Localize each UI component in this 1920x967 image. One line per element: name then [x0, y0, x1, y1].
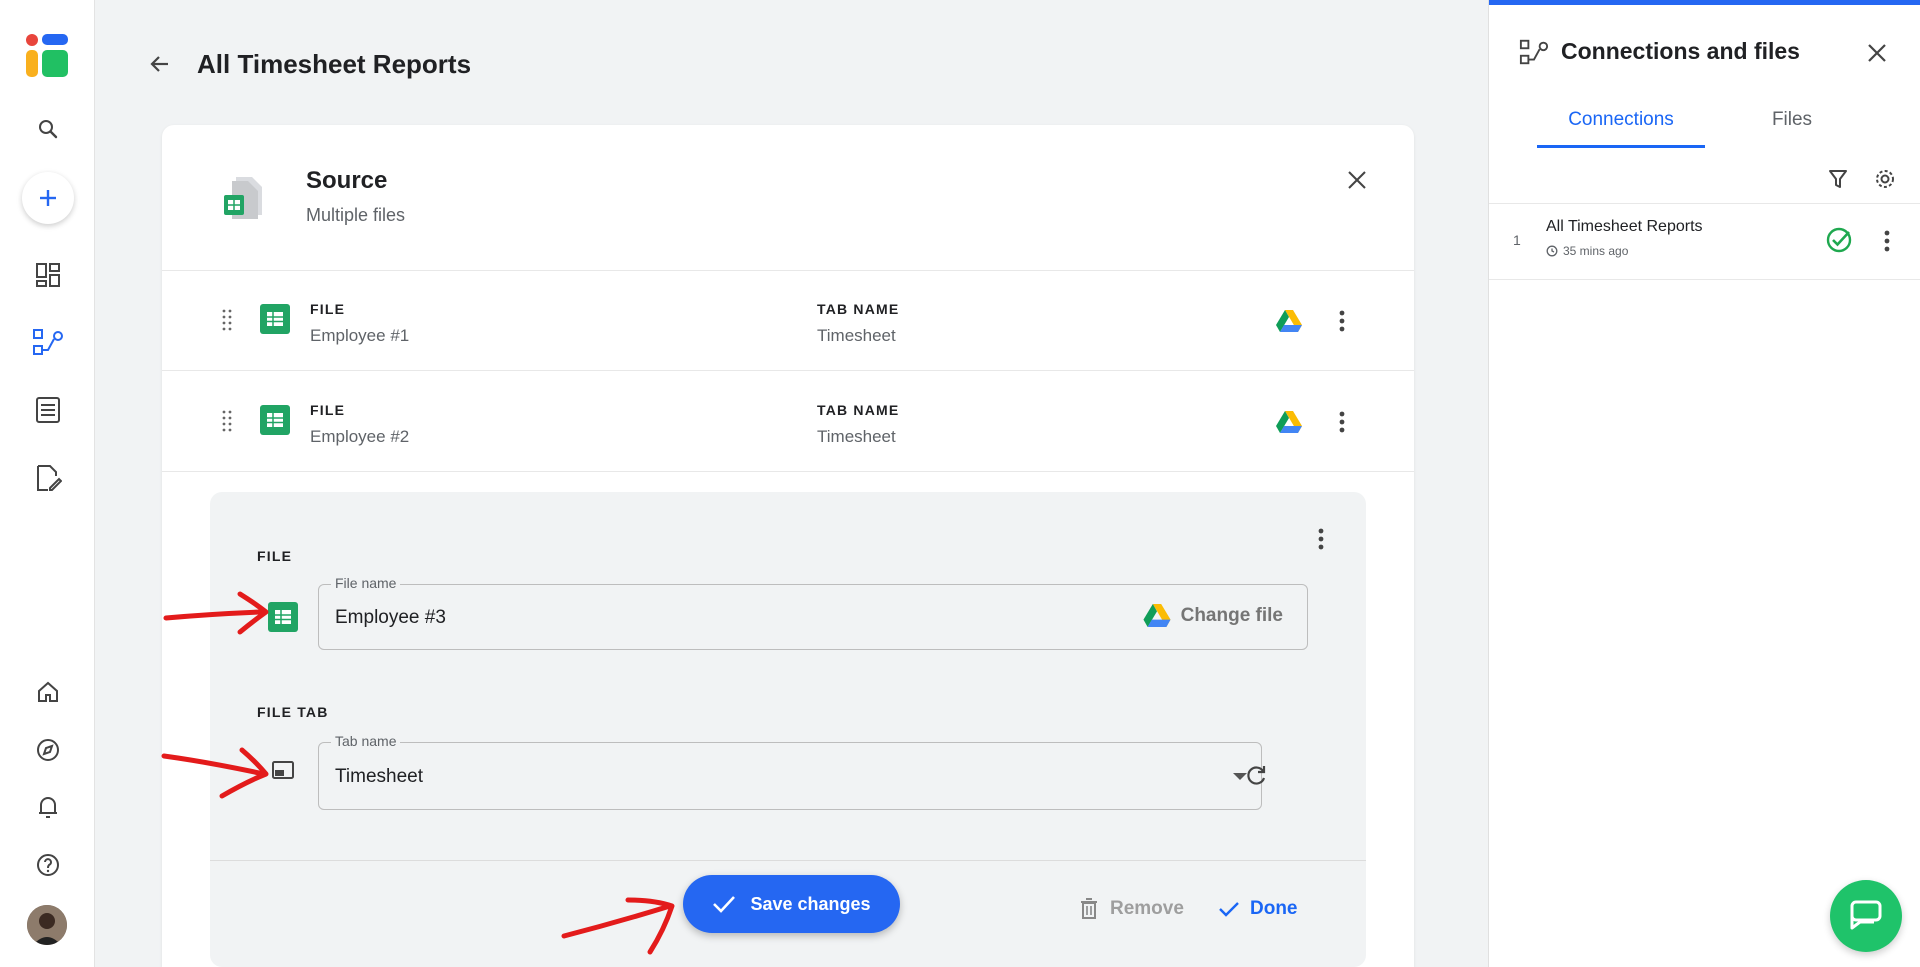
google-drive-icon — [1276, 410, 1302, 434]
file-name-value[interactable]: Employee #3 — [335, 607, 446, 629]
change-file-button[interactable]: Change file — [1143, 603, 1283, 628]
edit-doc-icon[interactable] — [30, 460, 66, 496]
annotation-arrow — [163, 591, 269, 635]
close-icon[interactable] — [1342, 165, 1372, 195]
annotation-arrow — [561, 897, 675, 955]
refresh-icon[interactable] — [1242, 762, 1270, 790]
success-check-icon — [1825, 226, 1853, 254]
source-title: Source — [306, 167, 388, 194]
tab-name: Timesheet — [817, 427, 896, 446]
filter-icon[interactable] — [1827, 168, 1851, 192]
sheets-file-icon — [220, 175, 266, 221]
bell-icon[interactable] — [30, 789, 66, 825]
more-vert-icon[interactable] — [1877, 226, 1897, 256]
file-tab-section-label: FILE TAB — [257, 704, 329, 720]
trash-icon — [1081, 898, 1097, 919]
home-icon[interactable] — [30, 674, 66, 710]
tab-name: Timesheet — [817, 326, 896, 345]
save-changes-button[interactable]: Save changes — [683, 875, 900, 933]
compass-icon[interactable] — [30, 732, 66, 768]
sheets-icon — [260, 405, 290, 435]
help-icon[interactable] — [30, 847, 66, 883]
change-file-label: Change file — [1180, 604, 1283, 626]
file-label: FILE — [310, 301, 346, 317]
list-icon[interactable] — [30, 392, 66, 428]
done-label: Done — [1250, 898, 1298, 919]
create-button[interactable] — [22, 172, 74, 224]
file-name-field[interactable]: File name Employee #3 Change file — [318, 575, 1308, 650]
annotation-arrow — [161, 747, 269, 799]
drag-handle-icon[interactable] — [220, 408, 234, 436]
close-icon[interactable] — [1862, 38, 1892, 68]
file-row[interactable]: FILE Employee #1 TAB NAME Timesheet — [162, 271, 1414, 371]
connections-panel: Connections and files Connections Files … — [1488, 0, 1920, 967]
connection-time: 35 mins ago — [1546, 244, 1628, 258]
more-vert-icon[interactable] — [1311, 524, 1331, 554]
page-title: All Timesheet Reports — [197, 48, 472, 79]
connections-icon — [1519, 38, 1549, 68]
panel-tabs: Connections Files — [1537, 100, 1897, 148]
tab-name-field-label: Tab name — [331, 733, 401, 749]
app-logo[interactable] — [25, 33, 70, 78]
page-header: All Timesheet Reports — [145, 45, 471, 83]
save-changes-label: Save changes — [750, 893, 871, 914]
file-label: FILE — [310, 402, 346, 418]
tab-name-value: Timesheet — [335, 766, 423, 787]
editor-footer-divider — [210, 860, 1366, 861]
tab-name-label: TAB NAME — [817, 301, 900, 317]
chat-button[interactable] — [1830, 880, 1902, 952]
search-icon[interactable] — [30, 111, 66, 147]
tab-files[interactable]: Files — [1732, 100, 1852, 148]
tab-name-label: TAB NAME — [817, 402, 900, 418]
google-drive-icon — [1143, 604, 1171, 627]
drag-handle-icon[interactable] — [220, 307, 234, 335]
connection-number: 1 — [1513, 232, 1521, 248]
check-icon — [1219, 902, 1239, 917]
remove-label: Remove — [1110, 898, 1184, 919]
check-icon — [713, 896, 736, 913]
chat-icon — [1850, 900, 1882, 930]
source-card: Source Multiple files FILE Employee #1 T… — [162, 125, 1414, 967]
connections-icon[interactable] — [30, 324, 66, 360]
left-rail — [0, 0, 95, 967]
back-arrow-icon[interactable] — [145, 49, 175, 79]
file-name: Employee #2 — [310, 427, 410, 446]
main-area: All Timesheet Reports Source Multiple fi… — [95, 0, 1583, 967]
more-vert-icon[interactable] — [1332, 306, 1352, 336]
gear-icon[interactable] — [1874, 168, 1898, 192]
connection-time-label: 35 mins ago — [1563, 244, 1629, 258]
connection-row[interactable]: 1 All Timesheet Reports 35 mins ago — [1489, 204, 1920, 280]
dashboard-icon[interactable] — [30, 257, 66, 293]
file-name-field-label: File name — [331, 575, 401, 591]
connection-name[interactable]: All Timesheet Reports — [1546, 218, 1703, 236]
history-icon — [1546, 245, 1558, 257]
tab-connections[interactable]: Connections — [1537, 100, 1705, 148]
sheets-icon — [260, 304, 290, 334]
source-subtitle: Multiple files — [306, 205, 406, 225]
file-name: Employee #1 — [310, 326, 410, 345]
done-button[interactable]: Done — [1218, 898, 1298, 920]
google-drive-icon — [1276, 309, 1302, 333]
panel-accent-bar — [1489, 0, 1920, 5]
user-avatar[interactable] — [27, 905, 67, 945]
remove-button[interactable]: Remove — [1080, 898, 1184, 920]
plus-icon — [40, 190, 56, 206]
file-row[interactable]: FILE Employee #2 TAB NAME Timesheet — [162, 372, 1414, 472]
more-vert-icon[interactable] — [1332, 407, 1352, 437]
source-header: Source Multiple files — [162, 125, 1414, 271]
tab-name-select[interactable]: Tab name Timesheet — [318, 733, 1262, 810]
panel-title: Connections and files — [1561, 38, 1800, 64]
file-section-label: FILE — [257, 548, 293, 564]
